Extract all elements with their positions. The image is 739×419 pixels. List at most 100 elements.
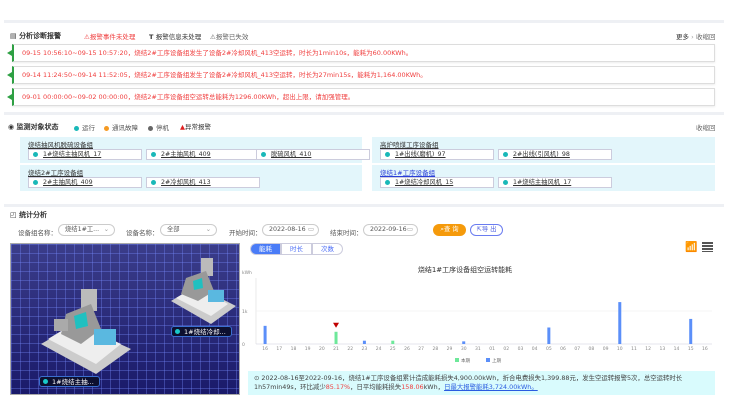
x-tick-label: 14 [674, 346, 680, 352]
tab-count[interactable]: 次数 [312, 243, 343, 255]
collapse-monitor[interactable]: 收缩回 [696, 122, 716, 132]
x-tick-label: 09 [603, 346, 609, 352]
bar-本期 [334, 331, 338, 344]
x-tick-label: 19 [305, 346, 311, 352]
device-item[interactable]: 1#出线(磨机)_97 [380, 149, 494, 160]
monitor-panel: ◉ 监测对象状态 运行 通讯故障 停机 ▲异常报警 收缩回 烧结抽风机脱硫设备组… [4, 112, 724, 202]
x-tick-label: 15 [688, 346, 694, 352]
max-alarm-link[interactable]: 日最大报警能耗3,724.00kWh。 [444, 383, 538, 391]
bar-本期 [391, 340, 395, 344]
x-tick-label: 18 [291, 346, 297, 352]
legend-alarm: ▲异常报警 [180, 123, 211, 131]
legend-swatch [486, 358, 490, 362]
chevron-down-icon: ⌄ [205, 226, 211, 233]
filter-expired[interactable]: ⚠报警已失效 [210, 31, 248, 41]
group-name[interactable]: 烧结1#工序设备组 [380, 167, 435, 177]
chevron-down-icon: ⌄ [103, 226, 109, 233]
bar-上期 [618, 302, 622, 344]
x-tick-label: 13 [659, 346, 665, 352]
end-date-label: 结束时间： [330, 229, 363, 237]
stats-panel-title: ◰ 统计分析 [10, 211, 48, 219]
x-tick-label: 28 [432, 346, 438, 352]
export-button[interactable]: ⇱导 出 [470, 224, 503, 236]
alarm-item[interactable]: 09-14 11:24:50~09-14 11:52:05，烧结2#工序设备组发… [7, 66, 715, 84]
device-item[interactable]: 1#烧结主抽风机_17 [28, 149, 142, 160]
device-item[interactable]: 2#出线(引风机)_98 [498, 149, 612, 160]
more-link[interactable]: 更多 › [676, 31, 694, 41]
start-date-input[interactable]: 2022-08-16 ▭ [262, 224, 319, 236]
table-view-icon[interactable] [702, 242, 713, 252]
legend-swatch [455, 358, 459, 362]
x-tick-label: 30 [461, 346, 467, 352]
query-button[interactable]: ⌕查 询 [433, 224, 466, 236]
3d-scene[interactable]: 1#烧结冷却... 1#烧结主抽... [10, 243, 240, 395]
collapse-alarms[interactable]: 收缩回 [696, 31, 716, 41]
device-item[interactable]: 脱硫风机_410 [256, 149, 370, 160]
device-item[interactable]: 1#烧结冷却风机_15 [380, 177, 494, 188]
bar-上期 [547, 327, 551, 344]
x-tick-label: 04 [532, 346, 538, 352]
alarm-item[interactable]: 09-01 00:00:00~09-02 00:00:00，烧结2#工序设备组空… [7, 88, 715, 106]
x-tick-label: 31 [475, 346, 481, 352]
device-select-label: 设备名称： [126, 229, 159, 237]
x-tick-label: 27 [418, 346, 424, 352]
bar-上期 [689, 318, 693, 344]
text-icon: T [149, 33, 156, 41]
tab-duration[interactable]: 时长 [281, 243, 312, 255]
y-axis-label: kWh [242, 270, 252, 276]
tab-energy[interactable]: 能耗 [250, 243, 281, 255]
x-tick-label: 29 [447, 346, 453, 352]
filter-unhandled-events[interactable]: ⚠报警事件未处理 [84, 31, 135, 41]
device-group: 烧结抽风机脱硫设备组 1#烧结主抽风机_17 2#主抽风机_409 脱硫风机_4… [20, 137, 370, 163]
device-group: 烧结1#工序设备组 1#烧结冷却风机_15 1#烧结主抽风机_17 [372, 165, 715, 191]
group-select-label: 设备组名称： [18, 229, 57, 237]
device-select[interactable]: 全部 ⌄ [160, 224, 217, 236]
group-name[interactable]: 高炉喷煤工序设备组 [380, 139, 439, 149]
flag-icon [7, 50, 12, 56]
device-item[interactable]: 2#主抽风机_409 [146, 149, 260, 160]
chart-icon: ◰ [10, 211, 20, 219]
device-group: 高炉喷煤工序设备组 1#出线(磨机)_97 2#出线(引风机)_98 [372, 137, 715, 163]
summary-box: ⊙ 2022-08-16至2022-09-16，烧结1#工序设备组累计造成能耗损… [248, 371, 715, 395]
bar-上期 [263, 325, 267, 344]
group-name[interactable]: 烧结抽风机脱硫设备组 [28, 139, 93, 149]
bar-上期 [362, 340, 366, 344]
calendar-icon: ▭ [308, 226, 314, 233]
x-tick-label: 01 [489, 346, 495, 352]
device-label-main[interactable]: 1#烧结主抽... [39, 376, 100, 387]
device-item[interactable]: 2#冷却风机_413 [146, 177, 260, 188]
bar-上期 [462, 341, 466, 344]
x-tick-label: 25 [390, 346, 396, 352]
alarm-item[interactable]: 09-15 10:56:10~09-15 10:57:20，烧结2#工序设备组发… [7, 44, 715, 62]
x-tick-label: 08 [589, 346, 595, 352]
x-tick-label: 02 [503, 346, 509, 352]
monitor-panel-title: ◉ 监测对象状态 [8, 123, 59, 131]
group-name[interactable]: 烧结2#工序设备组 [28, 167, 83, 177]
x-tick-label: 03 [518, 346, 524, 352]
x-tick-label: 20 [319, 346, 325, 352]
machine-model[interactable] [36, 284, 131, 374]
alarm-marker-icon [333, 322, 340, 328]
device-group: 烧结2#工序设备组 2#主抽风机_409 2#冷却风机_413 [20, 165, 362, 191]
monitor-icon: ◉ [8, 123, 17, 131]
filter-unhandled-info[interactable]: T 报警信息未处理 [149, 31, 201, 41]
legend-running: 运行 [74, 122, 95, 132]
x-tick-label: 07 [574, 346, 580, 352]
x-tick-label: 12 [645, 346, 651, 352]
device-item[interactable]: 2#主抽风机_409 [28, 177, 142, 188]
flag-icon [7, 72, 12, 78]
x-tick-label: 26 [404, 346, 410, 352]
group-select[interactable]: 烧结1#工... ⌄ [58, 224, 115, 236]
device-label-cooling[interactable]: 1#烧结冷却... [171, 326, 232, 337]
machine-model[interactable] [166, 256, 236, 326]
x-tick-label: 11 [631, 346, 637, 352]
x-tick-label: 06 [560, 346, 566, 352]
x-tick-label: 10 [617, 346, 623, 352]
end-date-input[interactable]: 2022-09-16 ▭ [363, 224, 418, 236]
legend-label: 上期 [492, 357, 501, 364]
running-dot-icon [74, 125, 79, 131]
device-item[interactable]: 1#烧结主抽风机_17 [498, 177, 612, 188]
fault-dot-icon [104, 125, 109, 131]
chart-view-icon[interactable]: 📶 [685, 242, 697, 253]
y-tick-label: 1k [242, 309, 248, 315]
